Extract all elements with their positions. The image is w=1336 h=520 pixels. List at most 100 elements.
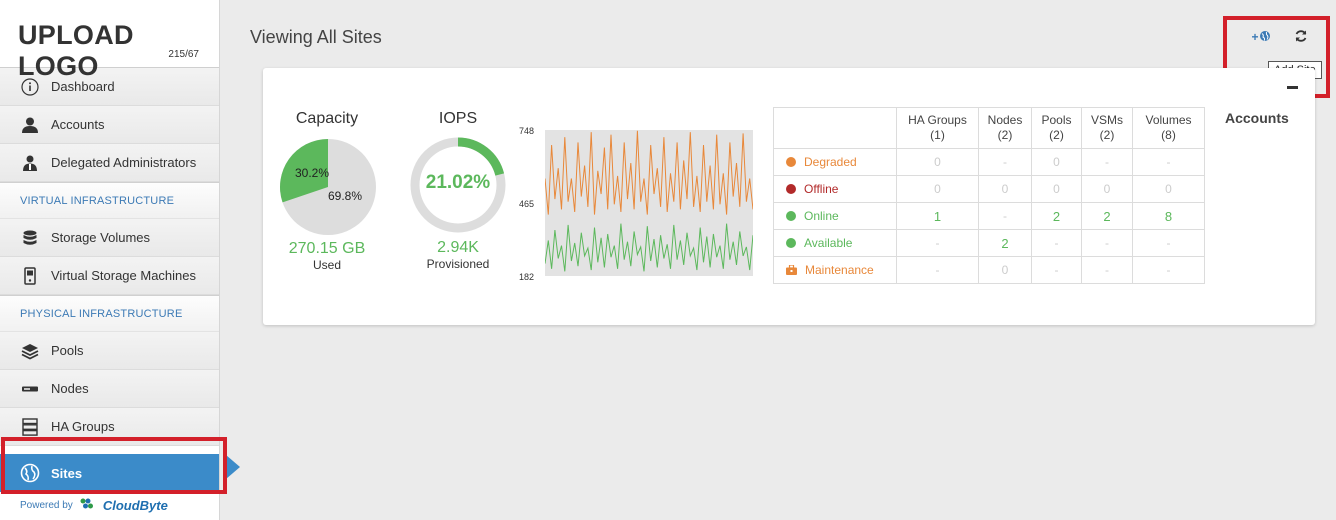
table-cell[interactable]: 0: [978, 175, 1032, 203]
table-header-row: HA Groups (1) Nodes (2) Pools (2) VSMs (2) V…: [773, 107, 1205, 149]
table-header-ha-groups: HA Groups (1): [896, 107, 979, 149]
capacity-title: Capacity: [295, 110, 359, 127]
table-cell[interactable]: 2: [1081, 202, 1133, 230]
logo-area[interactable]: UPLOAD LOGO 215/67: [0, 0, 219, 81]
server-icon: [20, 266, 40, 286]
layers-icon: [20, 341, 40, 361]
briefcase-icon: [786, 263, 797, 278]
table-header-pools: Pools (2): [1031, 107, 1082, 149]
database-icon: [20, 228, 40, 248]
table-cell[interactable]: -: [1031, 256, 1082, 284]
table-cell[interactable]: 0: [1132, 175, 1205, 203]
capacity-sub-label: Used: [312, 258, 341, 272]
header-count: (1): [930, 128, 945, 142]
header-name: HA Groups: [908, 113, 967, 127]
iops-value: 2.94K: [437, 239, 479, 256]
powered-by-label: Powered by: [20, 500, 73, 511]
table-header-vsms: VSMs (2): [1081, 107, 1133, 149]
status-label-text: Maintenance: [805, 262, 874, 277]
capacity-used-percent: 30.2%: [295, 166, 330, 180]
table-row: Online 1-2 2 8: [773, 202, 1205, 230]
table-cell[interactable]: -: [978, 202, 1032, 230]
table-header-volumes: Volumes (8): [1132, 107, 1205, 149]
table-cell[interactable]: -: [1132, 148, 1205, 176]
table-cell[interactable]: -: [1132, 256, 1205, 284]
status-label-text: Offline: [804, 182, 839, 196]
table-cell[interactable]: 0: [1081, 175, 1133, 203]
table-cell[interactable]: 1: [896, 202, 979, 230]
table-header-blank: [773, 107, 897, 149]
status-label-text: Degraded: [804, 155, 857, 169]
status-table: HA Groups (1) Nodes (2) Pools (2) VSMs (2) V…: [773, 107, 1205, 284]
table-cell[interactable]: -: [896, 256, 979, 284]
header-name: Nodes: [987, 113, 1023, 127]
status-label-text: Available: [804, 236, 853, 250]
header-name: VSMs: [1090, 113, 1123, 127]
capacity-free-percent: 69.8%: [328, 189, 363, 203]
table-cell[interactable]: 2: [1031, 202, 1082, 230]
status-label-text: Online: [804, 209, 839, 223]
sidebar-item-nodes[interactable]: Nodes: [0, 370, 219, 408]
section-physical-infrastructure: PHYSICAL INFRASTRUCTURE: [0, 295, 219, 332]
sidebar-item-accounts[interactable]: Accounts: [0, 106, 219, 144]
sidebar-item-virtual-storage-machines[interactable]: Virtual Storage Machines: [0, 257, 219, 295]
table-cell[interactable]: 2: [978, 229, 1032, 257]
sidebar-item-label: Storage Volumes: [51, 230, 151, 245]
sidebar-item-delegated-administrators[interactable]: Delegated Administrators: [0, 144, 219, 182]
header-count: (2): [997, 128, 1013, 142]
status-dot-icon: [786, 184, 796, 194]
table-cell[interactable]: 0: [896, 175, 979, 203]
sidebar-item-label: Virtual Storage Machines: [51, 268, 197, 283]
row-status-label[interactable]: Maintenance: [773, 256, 897, 284]
delegate-icon: [20, 153, 40, 173]
header-count: (2): [1099, 128, 1115, 142]
user-icon: [20, 115, 40, 135]
table-row: Available -2- - -: [773, 229, 1205, 257]
highlight-box-sites: [1, 437, 227, 494]
iops-line-chart: [545, 130, 753, 276]
powered-by: Powered by CloudByte: [20, 497, 168, 514]
table-row: Offline 0 0 0 0 0: [773, 175, 1205, 203]
header-name: Pools: [1041, 113, 1072, 127]
table-cell[interactable]: -: [1132, 229, 1205, 257]
row-status-label[interactable]: Available: [773, 229, 897, 257]
sidebar-item-storage-volumes[interactable]: Storage Volumes: [0, 219, 219, 257]
node-icon: [20, 379, 40, 399]
table-cell[interactable]: 8: [1132, 202, 1205, 230]
table-cell[interactable]: -: [896, 229, 979, 257]
row-status-label[interactable]: Offline: [773, 175, 897, 203]
sidebar-item-label: HA Groups: [51, 419, 115, 434]
table-cell[interactable]: 0: [1031, 148, 1082, 176]
table-cell[interactable]: -: [1081, 256, 1133, 284]
table-cell[interactable]: 0: [978, 256, 1032, 284]
header-name: Volumes: [1145, 113, 1192, 127]
section-virtual-infrastructure: VIRTUAL INFRASTRUCTURE: [0, 182, 219, 219]
row-status-label[interactable]: Degraded: [773, 148, 897, 176]
header-count: (8): [1161, 128, 1176, 142]
table-header-nodes: Nodes (2): [978, 107, 1032, 149]
table-cell[interactable]: 0: [1031, 175, 1082, 203]
minimize-button[interactable]: [1287, 86, 1298, 89]
sidebar-item-label: Delegated Administrators: [51, 155, 197, 170]
chart-y-tick-min: 182: [519, 272, 535, 282]
sidebar-item-label: Accounts: [51, 117, 105, 132]
status-dot-icon: [786, 157, 796, 167]
cloudbyte-logo-icon: [78, 497, 98, 514]
sidebar-item-label: Nodes: [51, 381, 89, 396]
chart-y-tick-max: 748: [519, 126, 535, 136]
sidebar-item-pools[interactable]: Pools: [0, 332, 219, 370]
active-item-pointer: [226, 455, 240, 479]
table-cell[interactable]: -: [1031, 229, 1082, 257]
capacity-pie-chart: [280, 139, 376, 235]
iops-percent: 21.02%: [425, 172, 491, 193]
iops-title: IOPS: [438, 110, 478, 127]
table-cell[interactable]: -: [1081, 229, 1133, 257]
table-cell[interactable]: -: [1081, 148, 1133, 176]
sidebar-item-label: Pools: [51, 343, 84, 358]
ha-groups-icon: [20, 417, 40, 437]
table-cell[interactable]: 0: [896, 148, 979, 176]
table-cell[interactable]: -: [978, 148, 1032, 176]
row-status-label[interactable]: Online: [773, 202, 897, 230]
status-dot-icon: [786, 238, 796, 248]
logo-dimensions: 215/67: [168, 49, 199, 60]
